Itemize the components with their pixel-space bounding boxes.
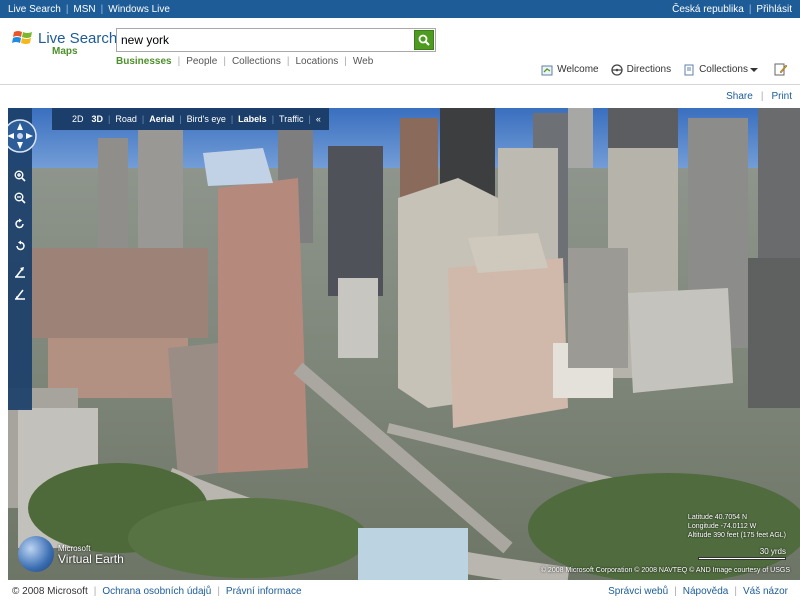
aerial-3d-scene (8, 108, 800, 580)
brand-name: Live Search (38, 30, 118, 47)
zoom-in-button[interactable] (12, 168, 28, 184)
separator: | (734, 586, 737, 597)
separator: | (93, 586, 97, 597)
directions-button[interactable]: Directions (610, 63, 672, 76)
scope-businesses[interactable]: Businesses (116, 56, 172, 67)
product-name: Maps (52, 46, 78, 57)
separator: | (308, 114, 311, 124)
zoom-in-icon (14, 170, 26, 182)
tilt-up-icon (15, 267, 25, 278)
footer: © 2008 Microsoft | Ochrana osobních údaj… (0, 583, 800, 600)
chevron-down-icon (750, 67, 758, 72)
separator: | (271, 114, 275, 124)
map-copyright: © 2008 Microsoft Corporation © 2008 NAVT… (540, 567, 790, 574)
search-button[interactable] (414, 30, 434, 50)
mode-traffic[interactable]: Traffic (279, 114, 304, 124)
separator: | (108, 114, 111, 124)
collections-button[interactable]: Collections (683, 64, 762, 76)
mode-road[interactable]: Road (115, 114, 137, 124)
edit-icon (774, 63, 788, 76)
altitude-readout: Altitude 390 feet (175 feet AGL) (687, 532, 786, 539)
scale-line (698, 557, 786, 560)
tilt-down-button[interactable] (12, 286, 28, 302)
top-link-msn[interactable]: MSN (73, 4, 95, 15)
scope-web[interactable]: Web (353, 56, 373, 67)
separator: | (179, 114, 182, 124)
virtual-earth-logo: Microsoft Virtual Earth (18, 536, 124, 572)
region-link[interactable]: Česká republika (672, 4, 744, 15)
welcome-label: Welcome (557, 64, 599, 75)
separator: | (230, 114, 234, 124)
scale-bar: 30 yrds (698, 547, 786, 560)
sign-in-link[interactable]: Přihlásit (756, 4, 792, 15)
map-mode-bar: 2D 3D | Road | Aerial | Bird's eye | Lab… (52, 108, 329, 130)
collections-label: Collections (699, 64, 748, 75)
tilt-down-icon (15, 289, 25, 300)
separator: | (177, 56, 181, 67)
directions-label: Directions (626, 64, 672, 75)
globe-icon (18, 536, 54, 572)
print-link[interactable]: Print (771, 91, 792, 102)
mode-aerial[interactable]: Aerial (149, 114, 174, 124)
mode-2d[interactable]: 2D (72, 114, 84, 124)
rotate-right-button[interactable] (12, 216, 28, 232)
scope-people[interactable]: People (186, 56, 217, 67)
help-link[interactable]: Nápověda (683, 586, 729, 597)
header-divider (0, 84, 800, 85)
separator: | (65, 3, 69, 15)
coordinates-readout: Latitude 40.7054 N Longitude -74.0112 W … (688, 513, 786, 540)
longitude-readout: Longitude -74.0112 W (687, 523, 757, 530)
scale-label: 30 yrds (759, 547, 786, 556)
separator: | (223, 56, 226, 67)
separator: | (760, 91, 764, 102)
share-links: Share | Print (726, 91, 792, 102)
navigation-control-panel (8, 108, 37, 410)
top-link-live-search[interactable]: Live Search (8, 4, 61, 15)
windows-flag-icon (12, 31, 32, 44)
collections-icon (684, 64, 694, 75)
scope-locations[interactable]: Locations (295, 56, 338, 67)
edit-button[interactable] (774, 63, 792, 76)
webmasters-link[interactable]: Správci webů (608, 586, 668, 597)
separator: | (748, 3, 752, 15)
footer-copyright: © 2008 Microsoft (12, 586, 88, 597)
search-input[interactable] (117, 30, 414, 50)
top-link-windows-live[interactable]: Windows Live (108, 4, 170, 15)
separator: | (344, 56, 347, 67)
mode-labels[interactable]: Labels (238, 114, 267, 124)
latitude-readout: Latitude 40.7054 N (687, 514, 748, 521)
welcome-button[interactable]: Welcome (541, 64, 599, 76)
scope-collections[interactable]: Collections (232, 56, 281, 67)
privacy-link[interactable]: Ochrana osobních údajů (102, 586, 211, 597)
rotate-right-icon (15, 218, 24, 229)
share-link[interactable]: Share (726, 91, 753, 102)
top-nav-bar: Live Search | MSN | Windows Live Česká r… (0, 0, 800, 18)
mode-3d[interactable]: 3D (92, 114, 104, 124)
legal-link[interactable]: Právní informace (226, 586, 302, 597)
separator: | (286, 56, 290, 67)
collapse-modebar-button[interactable]: « (316, 114, 321, 124)
separator: | (674, 586, 677, 597)
separator: | (100, 3, 104, 15)
mode-birds-eye[interactable]: Bird's eye (187, 114, 226, 124)
search-scopes: Businesses | People | Collections | Loca… (116, 56, 373, 67)
separator: | (141, 114, 145, 124)
live-search-maps-logo[interactable]: Live Search Maps (12, 26, 117, 60)
zoom-out-icon (14, 192, 26, 204)
search-box (116, 28, 436, 52)
search-icon (418, 34, 430, 46)
rotate-left-icon (16, 240, 25, 251)
separator: | (217, 586, 220, 597)
tilt-up-button[interactable] (12, 264, 28, 280)
map-view[interactable]: 2D 3D | Road | Aerial | Bird's eye | Lab… (8, 108, 800, 580)
map-toolbar: Welcome Directions Collections (529, 63, 792, 76)
feedback-link[interactable]: Váš názor (743, 586, 788, 597)
rotate-left-button[interactable] (12, 238, 28, 254)
ve-name: Virtual Earth (58, 552, 124, 566)
steering-wheel-icon (610, 63, 623, 76)
zoom-out-button[interactable] (12, 190, 28, 206)
welcome-icon (541, 65, 553, 75)
